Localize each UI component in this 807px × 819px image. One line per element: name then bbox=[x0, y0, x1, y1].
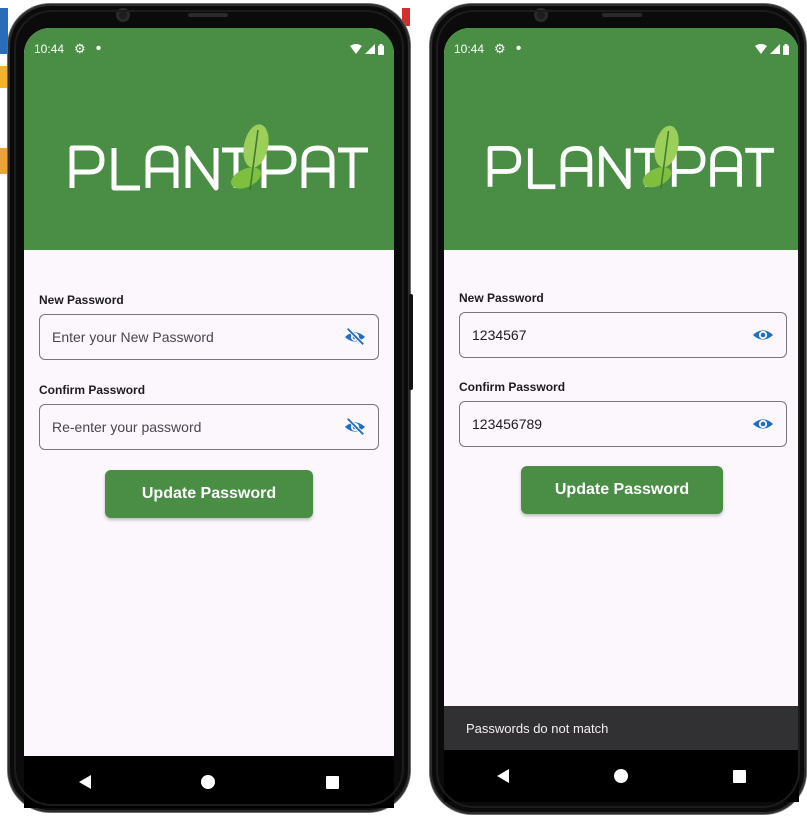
confirm-password-field[interactable]: 123456789 bbox=[459, 401, 787, 447]
speaker-grille bbox=[188, 13, 228, 17]
phone-frame-left: 10:44 ⚙ • New Password Enter your New Pa… bbox=[8, 4, 413, 812]
battery-icon bbox=[783, 43, 789, 55]
battery-icon bbox=[378, 43, 384, 55]
nav-back-icon[interactable] bbox=[496, 769, 509, 783]
app-screen-left: 10:44 ⚙ • New Password Enter your New Pa… bbox=[24, 28, 394, 756]
nav-recents-icon[interactable] bbox=[325, 775, 339, 789]
new-password-value[interactable]: 1234567 bbox=[472, 327, 752, 343]
nav-recents-icon[interactable] bbox=[733, 769, 747, 783]
speaker-grille bbox=[602, 13, 642, 17]
status-bar: 10:44 ⚙ • bbox=[444, 28, 799, 70]
wifi-icon bbox=[350, 44, 362, 54]
eye-icon[interactable] bbox=[752, 413, 774, 435]
wifi-icon bbox=[755, 44, 767, 54]
confirm-password-field[interactable]: Re-enter your password bbox=[39, 404, 379, 450]
status-time: 10:44 bbox=[34, 42, 65, 56]
update-password-button[interactable]: Update Password bbox=[105, 470, 313, 518]
status-time: 10:44 bbox=[454, 42, 485, 56]
confirm-password-placeholder[interactable]: Re-enter your password bbox=[52, 419, 344, 435]
confirm-password-label: Confirm Password bbox=[459, 380, 566, 394]
confirm-password-value[interactable]: 123456789 bbox=[472, 416, 752, 432]
nav-back-icon[interactable] bbox=[79, 775, 92, 789]
status-icons bbox=[350, 43, 384, 55]
signal-icon bbox=[365, 44, 375, 54]
plantpat-logo bbox=[444, 120, 799, 196]
new-password-label: New Password bbox=[39, 293, 124, 307]
side-button bbox=[409, 294, 413, 390]
signal-icon bbox=[770, 44, 780, 54]
plantpat-logo bbox=[24, 120, 394, 196]
app-header: 10:44 ⚙ • bbox=[24, 28, 394, 250]
error-snackbar: Passwords do not match bbox=[444, 706, 799, 750]
eye-icon[interactable] bbox=[752, 324, 774, 346]
notification-dot-icon: • bbox=[95, 40, 102, 57]
new-password-field[interactable]: 1234567 bbox=[459, 312, 787, 358]
app-header: 10:44 ⚙ • bbox=[444, 28, 799, 250]
front-camera bbox=[116, 8, 130, 22]
background-strip bbox=[0, 8, 8, 54]
notification-dot-icon: • bbox=[515, 40, 522, 57]
new-password-field[interactable]: Enter your New Password bbox=[39, 314, 379, 360]
nav-home-icon[interactable] bbox=[613, 769, 628, 783]
status-bar: 10:44 ⚙ • bbox=[24, 28, 394, 70]
background-strip bbox=[0, 148, 8, 174]
background-strip bbox=[0, 66, 8, 88]
status-icons bbox=[755, 43, 789, 55]
app-screen-right: 10:44 ⚙ • New Password 1234567 Confirm P… bbox=[444, 28, 799, 750]
front-camera bbox=[534, 8, 548, 22]
new-password-placeholder[interactable]: Enter your New Password bbox=[52, 329, 344, 345]
eye-off-icon[interactable] bbox=[344, 416, 366, 438]
eye-off-icon[interactable] bbox=[344, 326, 366, 348]
phone-frame-right: 10:44 ⚙ • New Password 1234567 Confirm P… bbox=[430, 4, 806, 814]
navigation-bar bbox=[444, 750, 799, 802]
confirm-password-label: Confirm Password bbox=[39, 383, 146, 397]
new-password-label: New Password bbox=[459, 291, 544, 305]
settings-gear-icon: ⚙ bbox=[74, 41, 86, 56]
nav-home-icon[interactable] bbox=[201, 775, 216, 789]
update-password-button[interactable]: Update Password bbox=[521, 466, 723, 514]
navigation-bar bbox=[24, 756, 394, 808]
settings-gear-icon: ⚙ bbox=[494, 41, 506, 56]
